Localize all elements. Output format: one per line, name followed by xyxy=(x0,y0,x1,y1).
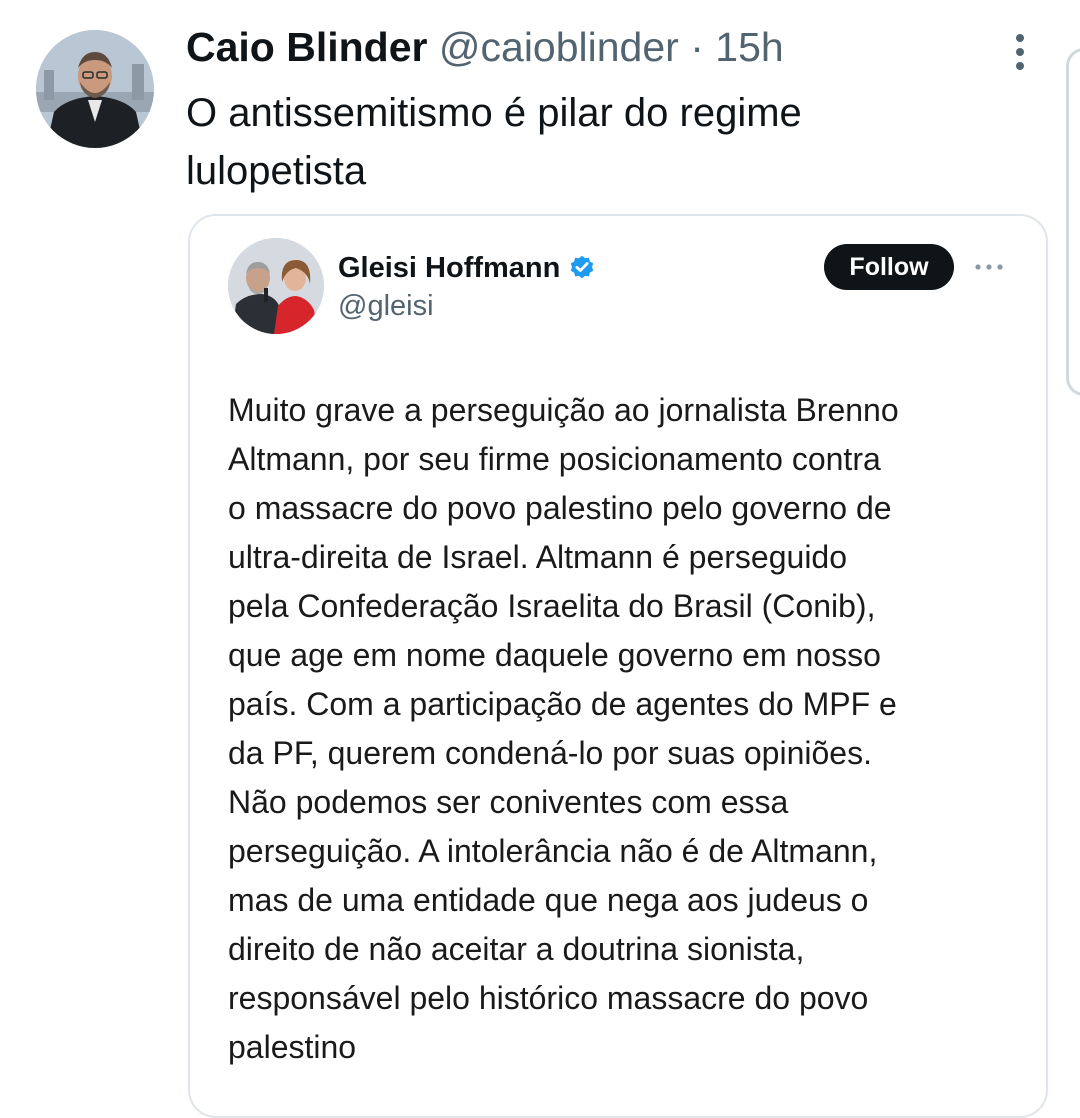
header-separator: · xyxy=(690,24,704,70)
tweet-header: Caio Blinder @caioblinder · 15h xyxy=(186,22,1020,72)
quoted-author-name[interactable]: Gleisi Hoffmann xyxy=(338,252,560,285)
tweet-timestamp[interactable]: 15h xyxy=(715,24,783,70)
follow-button[interactable]: Follow xyxy=(824,244,954,290)
quoted-avatar-photo xyxy=(228,238,324,334)
quoted-tweet-body: Muito grave a perseguição ao jornalista … xyxy=(228,392,899,1065)
quoted-tweet-card[interactable]: Gleisi Hoffmann @gleisi Follow Muito gra… xyxy=(188,214,1048,1118)
author-avatar-photo xyxy=(36,30,154,148)
author-name[interactable]: Caio Blinder xyxy=(186,24,427,70)
author-handle[interactable]: @caioblinder xyxy=(439,24,679,70)
quoted-author-avatar[interactable] xyxy=(228,238,324,334)
side-panel-edge xyxy=(1066,48,1080,396)
verified-badge-icon xyxy=(571,255,594,279)
quoted-name-row: Gleisi Hoffmann xyxy=(338,248,596,288)
more-vertical-icon[interactable] xyxy=(1006,30,1034,74)
quoted-author-handle[interactable]: @gleisi xyxy=(338,290,434,323)
author-avatar[interactable] xyxy=(36,30,154,148)
more-horizontal-icon[interactable] xyxy=(974,260,1004,272)
tweet-text: O antissemitismo é pilar do regime lulop… xyxy=(186,91,802,193)
